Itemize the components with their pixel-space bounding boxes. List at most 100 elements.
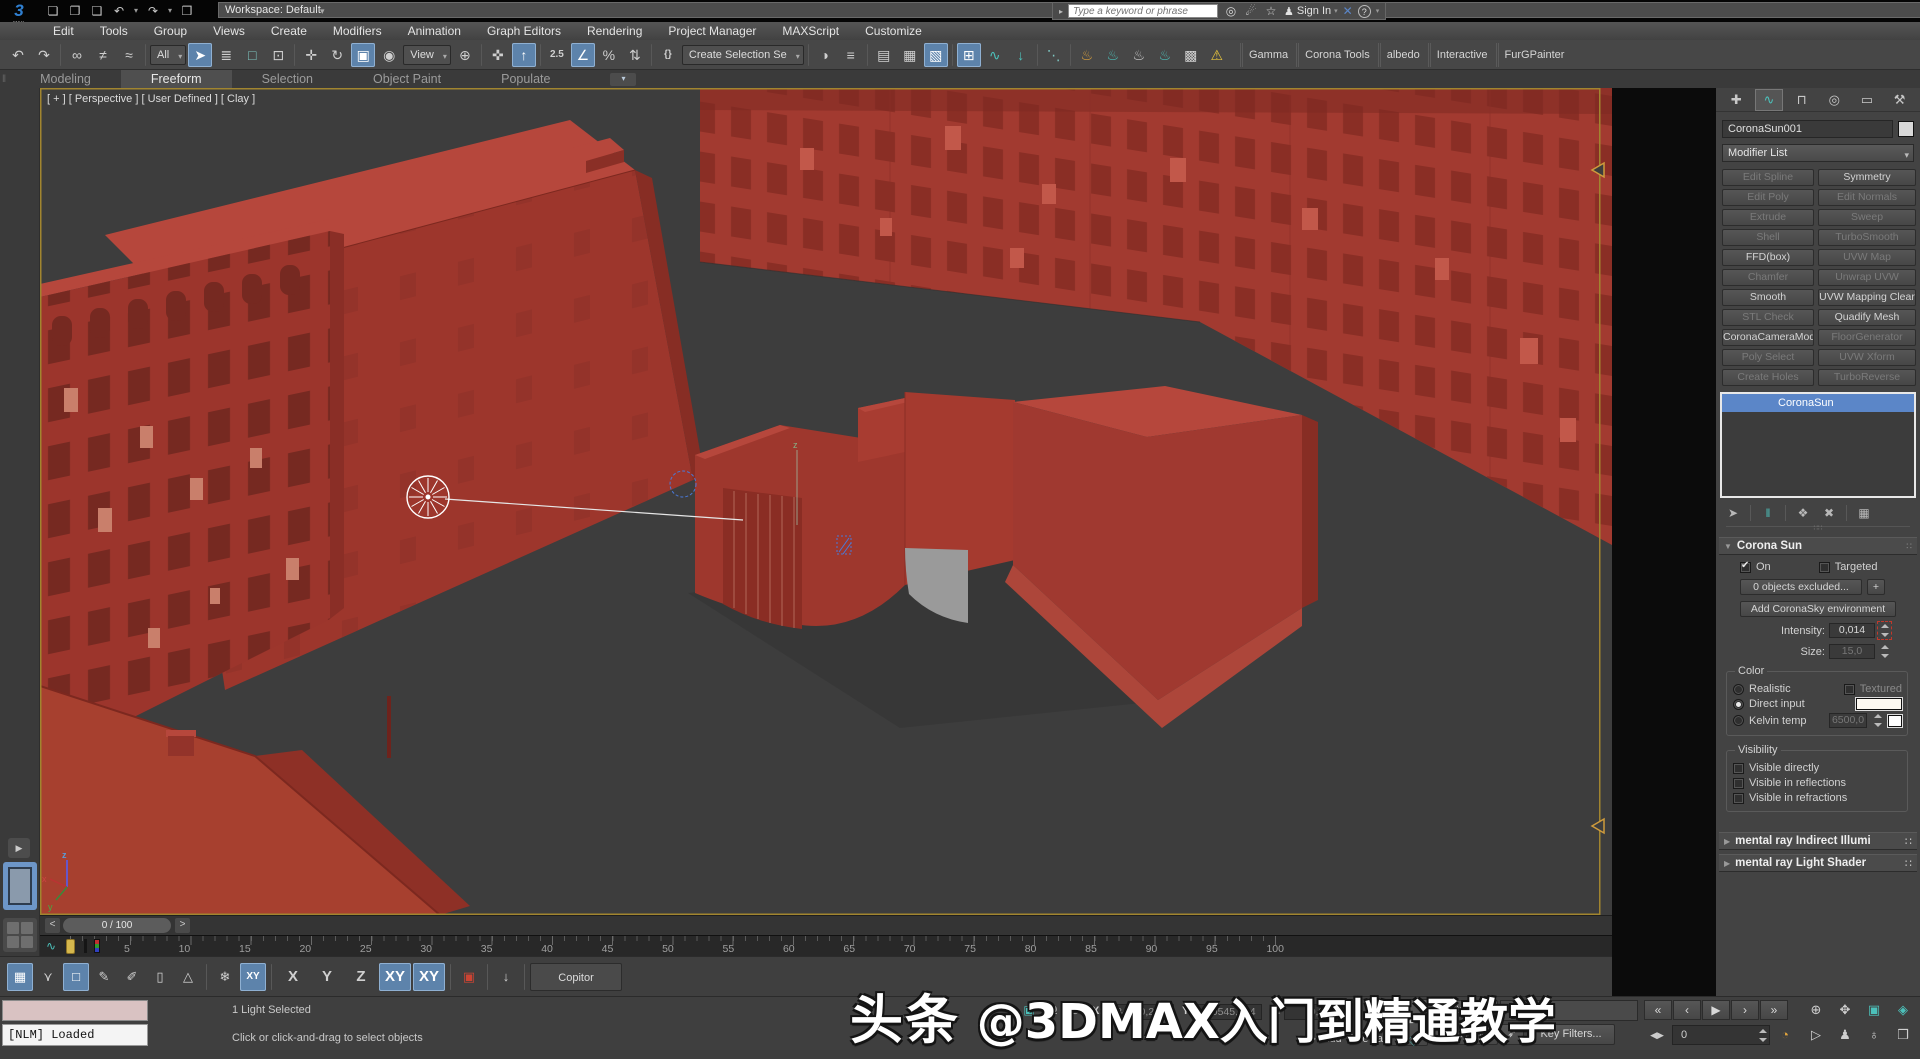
undo-icon[interactable]: ↶ [6, 43, 30, 67]
set-key-pencil-icon[interactable]: ✎ [91, 963, 117, 991]
separator[interactable] [294, 44, 295, 66]
menu-item[interactable]: Project Manager [655, 22, 769, 40]
new-file-icon[interactable]: ❏ [44, 2, 62, 20]
docked-toolbar-label[interactable]: Gamma [1240, 43, 1288, 67]
visibility-checkbox[interactable] [1733, 778, 1744, 789]
separator[interactable] [450, 964, 451, 990]
modifier-button[interactable]: Edit Poly [1722, 189, 1814, 206]
direct-input-radio[interactable] [1733, 699, 1744, 710]
remove-modifier-icon[interactable]: ✖ [1820, 506, 1838, 520]
modifier-button[interactable]: UVW Xform [1818, 349, 1916, 366]
select-and-manipulate-icon[interactable]: ✜ [486, 43, 510, 67]
modifier-button[interactable]: TurboReverse [1818, 369, 1916, 386]
time-configuration-icon[interactable]: ◔ [1774, 1025, 1796, 1045]
align-icon[interactable]: ≡ [839, 43, 863, 67]
modifier-button[interactable]: Shell [1722, 229, 1814, 246]
angle-snap-icon[interactable]: ∠ [571, 43, 595, 67]
time-slider[interactable]: 0 / 100 [63, 918, 171, 933]
modifier-button[interactable]: UVW Mapping Clear [1818, 289, 1916, 306]
default-in-tangent-icon[interactable]: ▯ [147, 963, 173, 991]
hierarchy-tab-icon[interactable]: ⊓ [1789, 90, 1815, 110]
separator[interactable] [651, 44, 652, 66]
snaps-toggle-icon[interactable]: 2.5 [545, 43, 569, 67]
isolate-selection-icon[interactable]: ▣ [456, 963, 482, 991]
select-and-place-icon[interactable]: ◉ [377, 43, 401, 67]
previous-frame-icon[interactable]: ‹ [1673, 1000, 1701, 1020]
viewport-layout-single-button[interactable] [3, 862, 37, 910]
modifier-stack-item[interactable]: CoronaSun [1722, 394, 1914, 412]
make-unique-icon[interactable]: ❖ [1794, 506, 1812, 520]
menu-item[interactable]: Modifiers [320, 22, 395, 40]
modifier-button[interactable]: TurboSmooth [1818, 229, 1916, 246]
copitor-button[interactable]: Copitor [530, 963, 622, 991]
collapsed-rollout-header[interactable]: ▶mental ray Indirect Illumi∷ [1719, 832, 1917, 850]
communication-center-icon[interactable]: ☄ [1243, 4, 1259, 18]
modifier-button[interactable]: FFD(box) [1722, 249, 1814, 266]
add-coronasky-button[interactable]: Add CoronaSky environment [1740, 601, 1896, 617]
frame-spinner[interactable] [1757, 1028, 1768, 1043]
restrict-y-button[interactable]: Y [311, 963, 343, 991]
next-frame-button[interactable]: > [175, 918, 190, 933]
track-bar[interactable]: ∿ 51015202530354045505560657075808590951… [40, 935, 1612, 956]
motion-tab-icon[interactable]: ◎ [1821, 90, 1847, 110]
favorites-star-icon[interactable]: ☆ [1263, 4, 1279, 18]
modify-tab-icon[interactable]: ∿ [1756, 90, 1782, 110]
keyframe-marker-rgb[interactable] [94, 939, 100, 953]
visibility-checkbox[interactable] [1733, 763, 1744, 774]
docked-toolbar-label[interactable]: Interactive [1428, 43, 1488, 67]
maximize-viewport-icon[interactable]: ❒ [1889, 1025, 1917, 1045]
dock-expand-icon[interactable]: ▶ [8, 838, 30, 858]
orbit-icon[interactable]: ♁ [1860, 1025, 1888, 1045]
select-object-icon[interactable]: ➤ [188, 43, 212, 67]
maxscript-mini-listener[interactable] [2, 1000, 148, 1021]
menu-item[interactable]: Tools [87, 22, 141, 40]
spinner-snap-icon[interactable]: ⇅ [623, 43, 647, 67]
docked-toolbar-label[interactable]: Corona Tools [1296, 43, 1370, 67]
modifier-button[interactable]: Poly Select [1722, 349, 1814, 366]
separator[interactable] [867, 44, 868, 66]
use-pivot-point-center-icon[interactable]: ⊕ [453, 43, 477, 67]
percent-snap-icon[interactable]: % [597, 43, 621, 67]
curve-editor-icon[interactable]: ⊞ [957, 43, 981, 67]
bind-to-space-warp-icon[interactable]: ≈ [117, 43, 141, 67]
menu-item[interactable]: Views [200, 22, 258, 40]
help-icon[interactable]: ? [1358, 5, 1371, 18]
viewport-label[interactable]: [ + ] [ Perspective ] [ User Defined ] [… [47, 93, 255, 105]
modifier-button[interactable]: FloorGenerator [1818, 329, 1916, 346]
intensity-field[interactable]: 0,014 [1829, 623, 1875, 638]
separator[interactable] [540, 44, 541, 66]
modifier-button[interactable]: STL Check [1722, 309, 1814, 326]
modifier-button[interactable]: Unwrap UVW [1818, 269, 1916, 286]
ribbon-tab[interactable]: Populate [471, 70, 580, 88]
corona-sun-rollout-header[interactable]: ▼Corona Sun∷ [1719, 537, 1917, 555]
object-color-swatch[interactable] [1898, 121, 1914, 137]
go-to-end-icon[interactable]: » [1760, 1000, 1788, 1020]
select-and-move-icon[interactable]: ✛ [299, 43, 323, 67]
rectangular-selection-region-icon[interactable]: □ [240, 43, 264, 67]
configure-modifier-sets-icon[interactable]: ▦ [1855, 506, 1873, 520]
angle-snap-icon[interactable]: ⋎ [35, 963, 61, 991]
display-tab-icon[interactable]: ▭ [1854, 90, 1880, 110]
viewport-scene[interactable]: z z x y [40, 88, 1612, 915]
render-production-icon[interactable]: ♨ [1127, 43, 1151, 67]
ribbon-tab[interactable]: Freeform [121, 70, 232, 88]
mirror-icon[interactable]: ◑ [813, 43, 837, 67]
menu-item[interactable]: Group [141, 22, 200, 40]
modifier-button[interactable]: UVW Map [1818, 249, 1916, 266]
intensity-spinner[interactable] [1879, 623, 1890, 638]
modifier-button[interactable]: Chamfer [1722, 269, 1814, 286]
separator[interactable] [952, 44, 953, 66]
pan-icon[interactable]: ✥ [1831, 1000, 1859, 1020]
menu-item[interactable]: Edit [40, 22, 87, 40]
separator[interactable] [271, 964, 272, 990]
named-selection-sets-icon[interactable]: {} [656, 43, 680, 67]
restrict-plane-cycle-button[interactable]: XY [413, 963, 445, 991]
search-input[interactable] [1068, 4, 1218, 18]
ribbon-overflow-dropdown-icon[interactable]: ▾ [610, 73, 636, 86]
previous-frame-button[interactable]: < [45, 918, 60, 933]
window-crossing-icon[interactable]: ⊡ [266, 43, 290, 67]
quick-access-more-icon[interactable]: ▾ [320, 6, 325, 17]
selection-set-dropdown[interactable]: Create Selection Se [682, 45, 804, 65]
separator[interactable] [1070, 44, 1071, 66]
zoom-icon[interactable]: ⊕ [1802, 1000, 1830, 1020]
